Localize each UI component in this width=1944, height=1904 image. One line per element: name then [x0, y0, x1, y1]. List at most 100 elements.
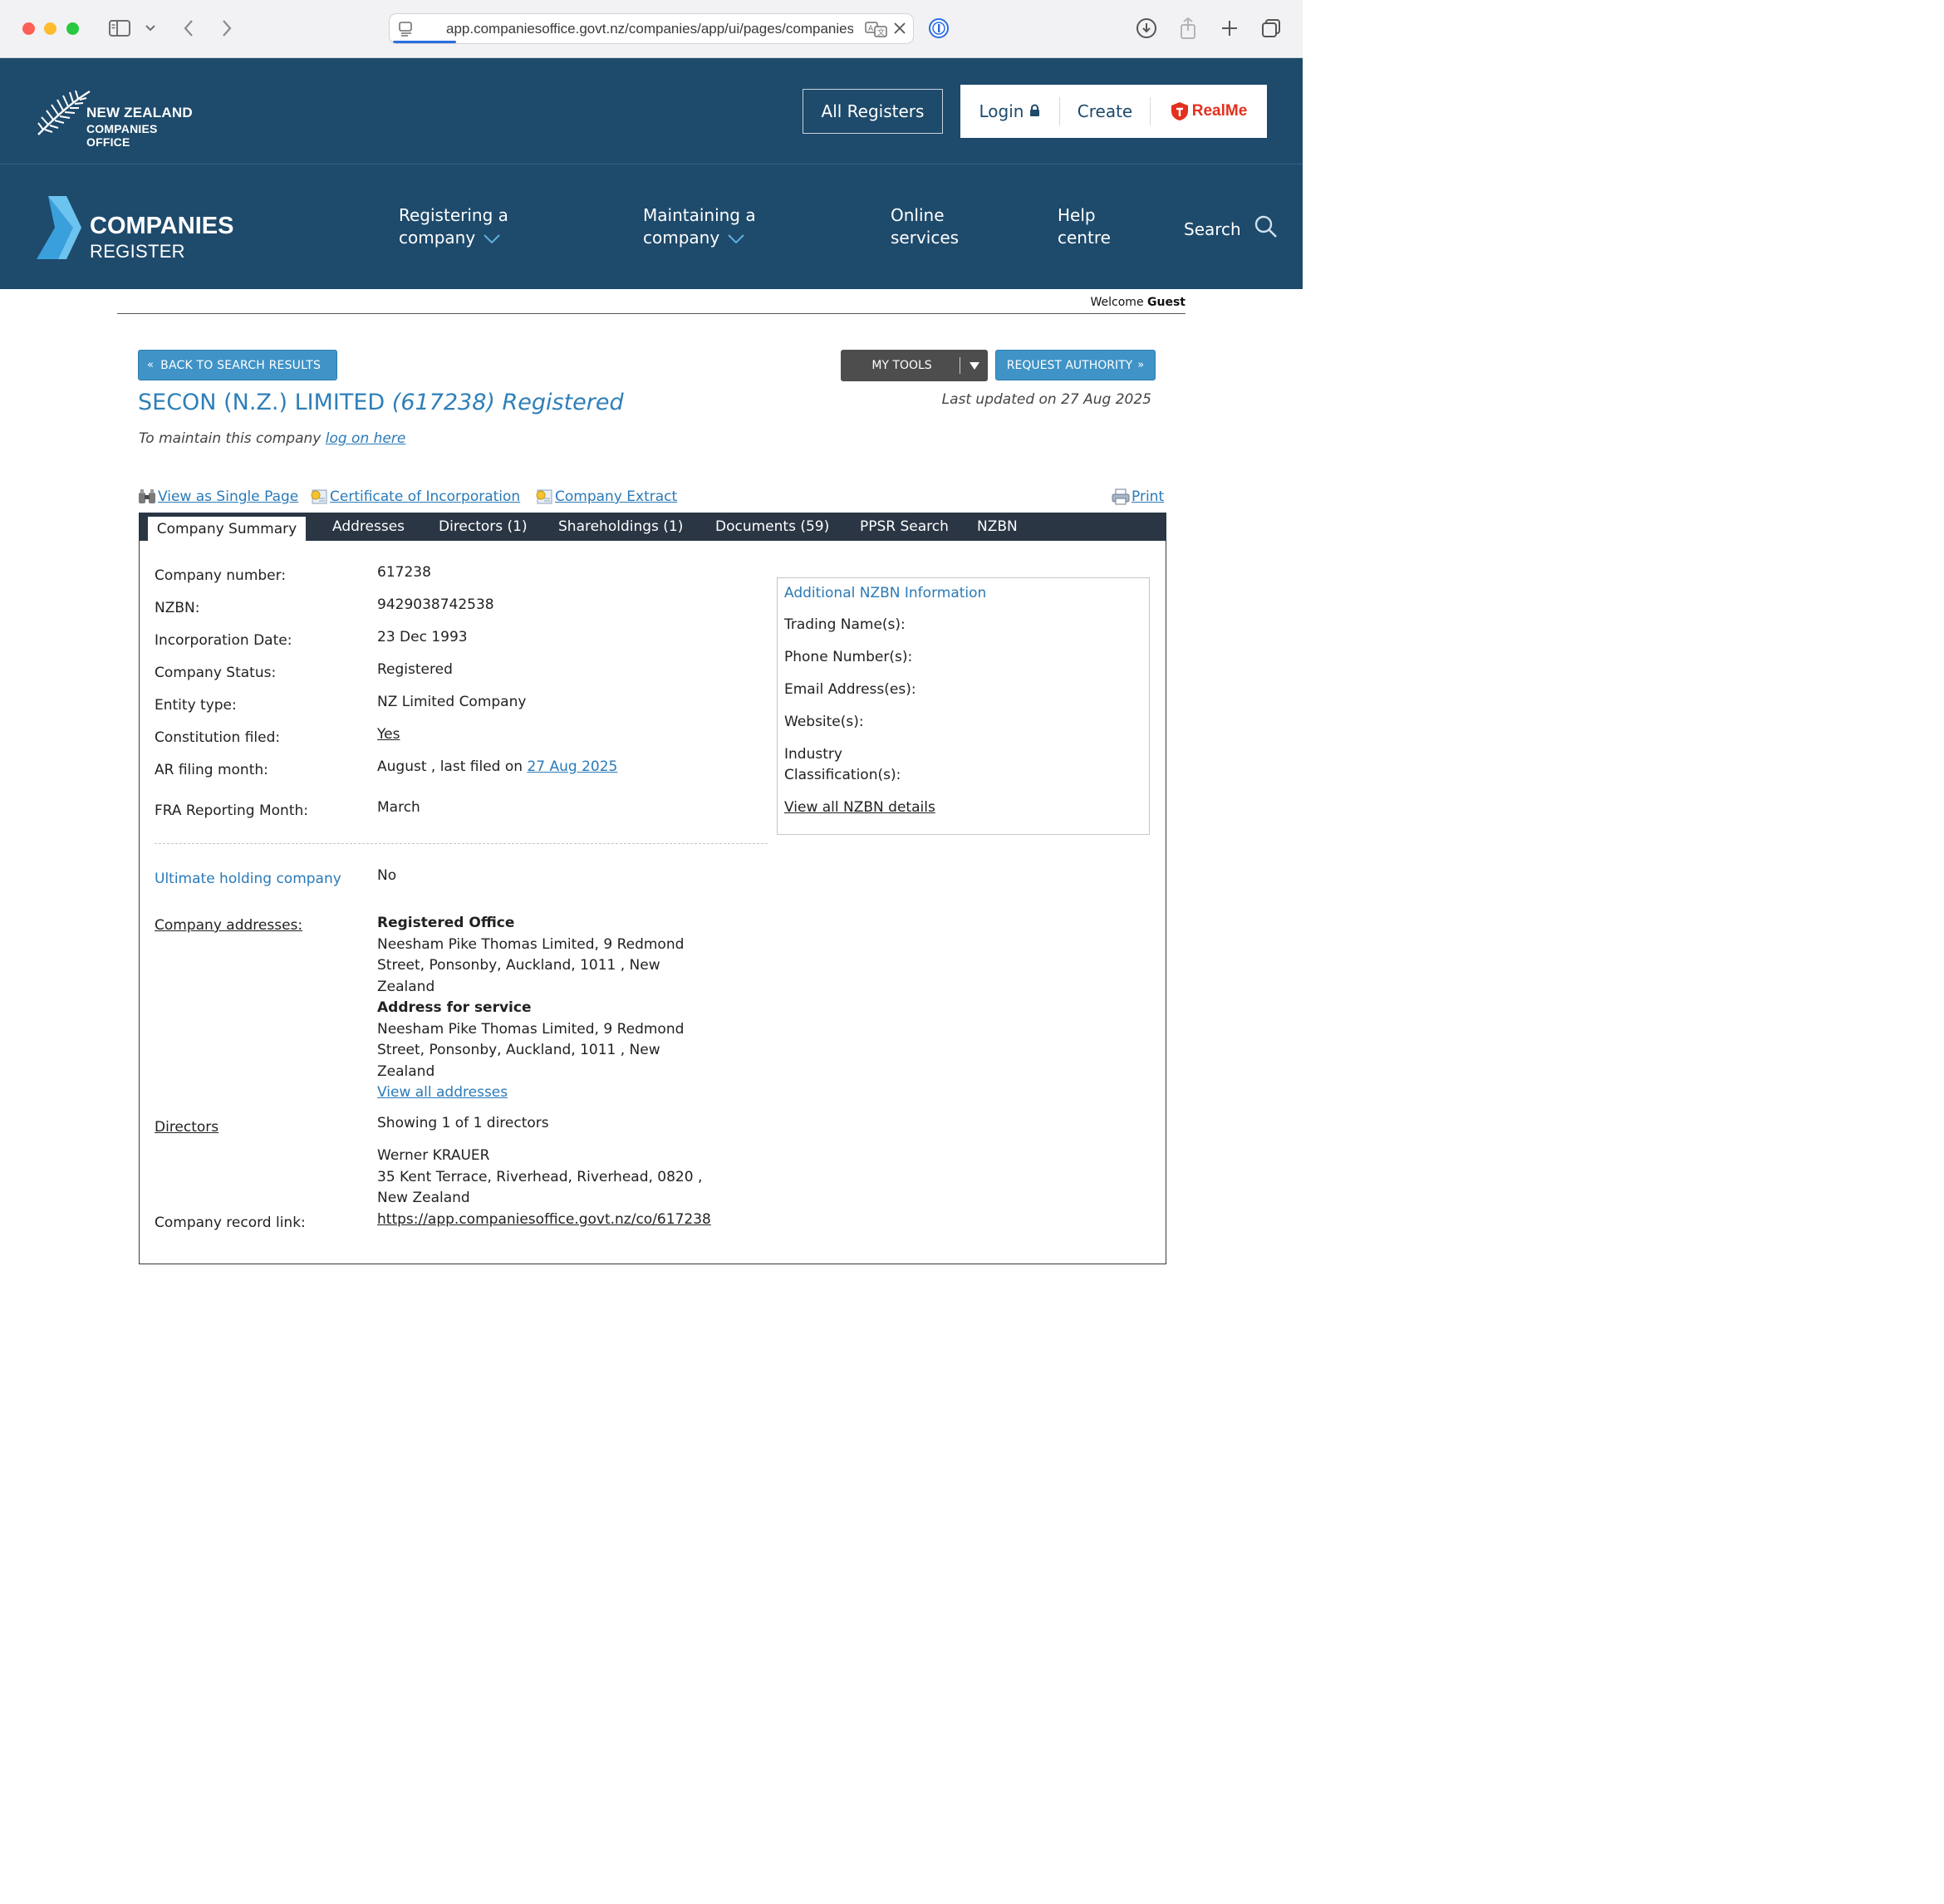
view-all-nzbn-details-link[interactable]: View all NZBN details: [784, 797, 935, 818]
print-link[interactable]: Print: [1112, 488, 1164, 505]
request-authority-button[interactable]: REQUEST AUTHORITY »: [995, 350, 1156, 380]
logo-line-2: COMPANIES OFFICE: [86, 122, 158, 149]
tab-ppsr-search[interactable]: PPSR Search: [860, 513, 949, 541]
company-extract-link[interactable]: Company Extract: [535, 488, 677, 505]
maintain-prefix: To maintain this company: [139, 430, 322, 447]
download-icon[interactable]: [1135, 17, 1158, 40]
nav-item-label: Maintaining a: [643, 205, 756, 225]
nzbn-label: NZBN:: [155, 600, 200, 616]
nav-item-label: Online: [891, 205, 945, 225]
back-to-search-results-button[interactable]: « BACK TO SEARCH RESULTS: [138, 350, 337, 380]
certificate-label: Certificate of Incorporation: [330, 488, 521, 505]
tab-documents[interactable]: Documents (59): [715, 513, 829, 541]
password-manager-icon[interactable]: [927, 17, 950, 40]
nav-help-centre[interactable]: Help centre: [1058, 204, 1111, 249]
company-extract-label: Company Extract: [555, 488, 678, 505]
company-number-status: (617238) Registered: [391, 390, 624, 415]
realme-shield-icon: [1171, 102, 1188, 120]
page-load-progress: [393, 41, 456, 43]
nav-item-label: Help: [1058, 205, 1096, 225]
zoom-window-button[interactable]: [66, 22, 79, 35]
email-addresses-label: Email Address(es):: [784, 681, 916, 698]
ar-month-prefix: August , last filed on: [377, 758, 523, 775]
chevron-down-icon: [484, 228, 500, 250]
directors-link[interactable]: Directors: [155, 1119, 218, 1136]
nz-companies-office-logo[interactable]: NEW ZEALAND COMPANIES OFFICE: [35, 88, 201, 149]
certificate-icon: [310, 488, 328, 505]
ar-filing-month-label: AR filing month:: [155, 762, 268, 778]
nav-maintaining-a-company[interactable]: Maintaining a company: [643, 204, 756, 250]
view-single-page-link[interactable]: View as Single Page: [138, 488, 298, 505]
company-record-link[interactable]: https://app.companiesoffice.govt.nz/co/6…: [377, 1210, 711, 1231]
request-authority-label: REQUEST AUTHORITY: [1006, 358, 1133, 372]
industry-line: Industry: [784, 746, 842, 763]
login-button[interactable]: Login: [960, 85, 1059, 138]
my-tools-button[interactable]: MY TOOLS: [841, 350, 988, 381]
tab-nzbn[interactable]: NZBN: [977, 513, 1018, 541]
all-registers-button[interactable]: All Registers: [803, 89, 943, 134]
close-window-button[interactable]: [22, 22, 35, 35]
director-address-line: 35 Kent Terrace, Riverhead, Riverhead, 0…: [377, 1168, 703, 1185]
service-address-heading: Address for service: [377, 999, 532, 1016]
trading-names-label: Trading Name(s):: [784, 616, 906, 633]
section-divider: [155, 843, 768, 844]
tab-addresses[interactable]: Addresses: [332, 513, 405, 541]
log-on-here-link[interactable]: log on here: [326, 430, 406, 447]
tab-shareholdings[interactable]: Shareholdings (1): [558, 513, 683, 541]
minimize-window-button[interactable]: [44, 22, 56, 35]
print-label: Print: [1132, 488, 1165, 505]
incorporation-date-value: 23 Dec 1993: [377, 629, 468, 645]
create-button[interactable]: Create: [1060, 85, 1150, 138]
sidebar-toggle-icon[interactable]: [106, 17, 133, 40]
svg-text:A: A: [868, 25, 874, 33]
companies-register-logo[interactable]: COMPANIES REGISTER: [37, 196, 253, 263]
lock-icon: [1029, 101, 1040, 121]
service-address-line: Neesham Pike Thomas Limited, 9 Redmond: [377, 1020, 685, 1038]
tab-company-summary[interactable]: Company Summary: [148, 517, 306, 541]
dropdown-triangle-icon[interactable]: [960, 361, 988, 370]
registered-office-line: Zealand: [377, 978, 435, 995]
tab-directors[interactable]: Directors (1): [439, 513, 528, 541]
share-icon[interactable]: [1176, 17, 1200, 40]
browser-toolbar: app.companiesoffice.govt.nz/companies/ap…: [0, 0, 1303, 58]
realme-button[interactable]: RealMe: [1151, 85, 1267, 138]
close-icon[interactable]: [893, 22, 906, 38]
director-name: Werner KRAUER: [377, 1147, 490, 1164]
fra-reporting-month-label: FRA Reporting Month:: [155, 802, 308, 819]
view-all-addresses-link[interactable]: View all addresses: [377, 1084, 508, 1101]
forward-arrow-icon[interactable]: [216, 17, 238, 40]
back-button-label: BACK TO SEARCH RESULTS: [160, 358, 322, 372]
logo-title: COMPANIES: [90, 213, 234, 239]
view-single-page-label: View as Single Page: [158, 488, 299, 505]
translate-icon[interactable]: A文: [865, 21, 888, 41]
constitution-filed-link[interactable]: Yes: [377, 724, 400, 746]
entity-type-value: NZ Limited Company: [377, 694, 527, 710]
websites-label: Website(s):: [784, 714, 864, 730]
nav-search-label: Search: [1184, 219, 1241, 239]
nav-item-label: Registering a: [399, 205, 508, 225]
nav-registering-a-company[interactable]: Registering a company: [399, 204, 508, 250]
chevron-down-icon[interactable]: [143, 17, 158, 40]
last-updated: Last updated on 27 Aug 2025: [941, 391, 1151, 408]
nav-item-label: centre: [1058, 228, 1111, 248]
company-addresses-block: Registered Office Neesham Pike Thomas Li…: [377, 913, 709, 1104]
company-addresses-link[interactable]: Company addresses:: [155, 917, 302, 934]
url-text[interactable]: app.companiesoffice.govt.nz/companies/ap…: [446, 21, 853, 37]
page-settings-icon[interactable]: [398, 21, 415, 41]
certificate-of-incorporation-link[interactable]: Certificate of Incorporation: [310, 488, 520, 505]
welcome-user: Guest: [1147, 296, 1186, 309]
page-title: SECON (N.Z.) LIMITED (617238) Registered: [138, 390, 624, 415]
back-arrow-icon[interactable]: [178, 17, 199, 40]
realme-label: RealMe: [1191, 102, 1248, 120]
nav-online-services[interactable]: Online services: [891, 204, 959, 249]
nav-search[interactable]: Search: [1184, 215, 1278, 244]
ar-filing-month-value: August , last filed on 27 Aug 2025: [377, 757, 617, 778]
tab-overview-icon[interactable]: [1259, 17, 1283, 40]
new-tab-icon[interactable]: [1218, 17, 1241, 40]
certificate-icon: [535, 488, 553, 505]
ar-last-filed-link[interactable]: 27 Aug 2025: [527, 758, 617, 775]
company-status-value: Registered: [377, 661, 453, 678]
nzbn-value: 9429038742538: [377, 596, 494, 613]
welcome-prefix: Welcome: [1090, 296, 1144, 309]
address-bar[interactable]: app.companiesoffice.govt.nz/companies/ap…: [389, 13, 914, 44]
